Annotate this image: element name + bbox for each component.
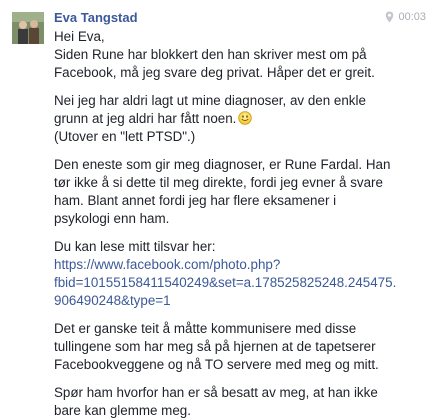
paragraph: Du kan lese mitt tilsvar her: https://ww…: [54, 238, 430, 310]
text-line: psykologi enn ham.: [54, 211, 170, 226]
paragraph: Spør ham hvorfor han er så besatt av meg…: [54, 384, 430, 420]
photo-link[interactable]: fbid=10155158411540249&set=a.17852582524…: [54, 274, 430, 292]
text-line: Den eneste som gir meg diagnoser, er Run…: [54, 157, 391, 172]
text-line: tullingene som har meg så på hjernen at …: [54, 339, 376, 354]
paragraph: Den eneste som gir meg diagnoser, er Run…: [54, 156, 430, 228]
message-meta: 00:03: [385, 11, 426, 23]
text-line: Facebookveggene og nå TO servere med meg…: [54, 357, 379, 372]
paragraph: Hei Eva, Siden Rune har blokkert den han…: [54, 28, 430, 82]
text-line: ham. Blant annet fordi jeg har flere eks…: [54, 193, 337, 208]
text-line: Nei jeg har aldri lagt ut mine diagnoser…: [54, 93, 366, 108]
timestamp: 00:03: [398, 11, 426, 23]
text-line: Du kan lese mitt tilsvar her:: [54, 239, 216, 254]
message-body: Hei Eva, Siden Rune har blokkert den han…: [54, 28, 430, 420]
text-line: tør ikke å si dette til meg direkte, for…: [54, 175, 383, 190]
text-line: Det er ganske teit å måtte kommunisere m…: [54, 321, 357, 336]
text-line: Spør ham hvorfor han er så besatt av meg…: [54, 385, 378, 400]
text-line: bare kan glemme meg.: [54, 403, 191, 418]
smiley-icon: [238, 111, 253, 125]
text-line: Siden Rune har blokkert den han skriver …: [54, 47, 367, 62]
photo-link[interactable]: https://www.facebook.com/photo.php?: [54, 256, 430, 274]
chat-message: Eva Tangstad 00:03 Hei Eva, Siden Rune h…: [0, 0, 438, 418]
paragraph: Det er ganske teit å måtte kommunisere m…: [54, 320, 430, 374]
text-line-with-emoji: grunn at jeg aldri har fått noen.: [54, 110, 430, 128]
sender-name[interactable]: Eva Tangstad: [54, 10, 138, 25]
text-line: (Utover en "lett PTSD".): [54, 129, 196, 144]
avatar[interactable]: [12, 12, 44, 44]
text-line: Facebook, må jeg svare deg privat. Håper…: [54, 65, 375, 80]
photo-link[interactable]: 906490248&type=1: [54, 292, 430, 310]
text-line: Hei Eva,: [54, 29, 105, 44]
paragraph: Nei jeg har aldri lagt ut mine diagnoser…: [54, 92, 430, 146]
text-segment: grunn at jeg aldri har fått noen.: [54, 111, 237, 126]
map-pin-icon[interactable]: [385, 11, 394, 23]
